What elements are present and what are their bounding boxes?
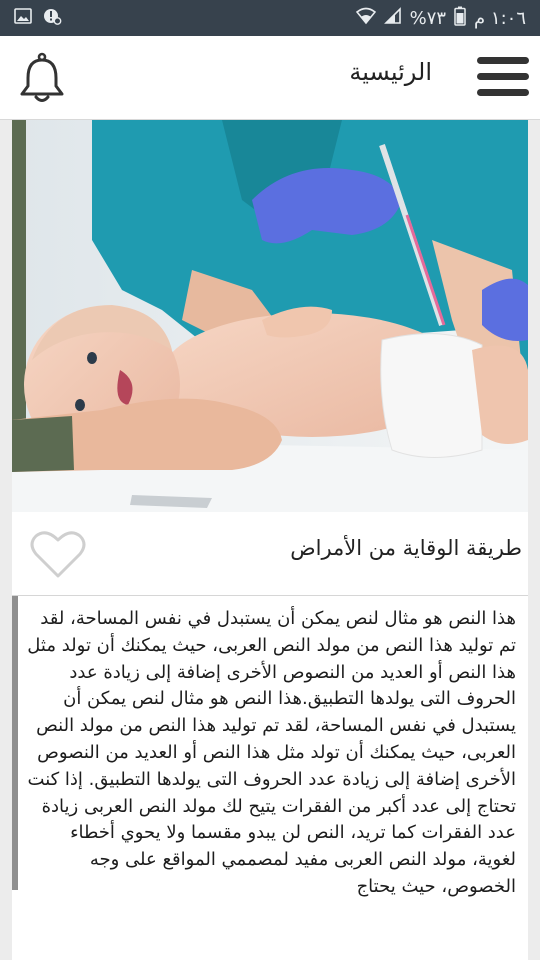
article-body-container: هذا النص هو مثال لنص يمكن أن يستبدل في ن… [12, 596, 528, 960]
status-right: %٧٣ ١:٠٦ م [355, 6, 526, 31]
status-left [14, 6, 62, 31]
article-title-row: طريقة الوقاية من الأمراض [12, 512, 528, 596]
battery-icon [454, 6, 466, 31]
article-body: هذا النص هو مثال لنص يمكن أن يستبدل في ن… [27, 608, 516, 897]
quote-accent-bar [12, 596, 18, 890]
battery-percent: %٧٣ [409, 7, 447, 29]
app-bar: الرئيسية [0, 36, 540, 120]
signal-icon [383, 6, 402, 30]
page-title: الرئيسية [349, 58, 432, 86]
heart-outline-icon[interactable] [30, 530, 86, 580]
hero-photo [12, 120, 528, 512]
status-bar: %٧٣ ١:٠٦ م [0, 0, 540, 36]
bell-icon[interactable] [18, 52, 66, 104]
wifi-icon [355, 7, 376, 30]
image-icon [14, 7, 32, 29]
alert-icon [42, 6, 62, 31]
article-title: طريقة الوقاية من الأمراض [290, 536, 522, 560]
clock: ١:٠٦ م [474, 7, 526, 29]
hamburger-menu-icon[interactable] [474, 54, 532, 100]
